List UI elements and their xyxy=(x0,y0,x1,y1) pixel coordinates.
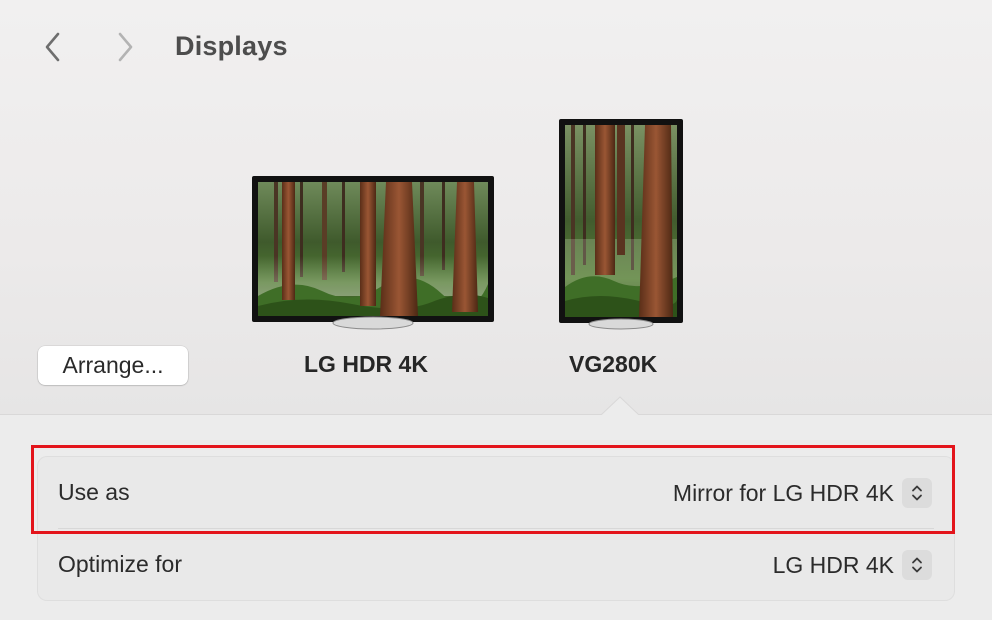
up-down-chevron-icon xyxy=(902,550,932,580)
arrange-button[interactable]: Arrange... xyxy=(38,346,188,385)
display-settings-group: Use as Mirror for LG HDR 4K Optimize for… xyxy=(38,457,954,600)
page-title: Displays xyxy=(175,31,288,61)
portrait-display-thumbnail xyxy=(559,119,683,330)
display-label-vg280k: VG280K xyxy=(569,351,658,377)
display-arrangement-area: Displays LG HDR 4K VG280K Arrange... xyxy=(0,0,992,415)
use-as-label: Use as xyxy=(58,479,130,505)
use-as-row: Use as Mirror for LG HDR 4K xyxy=(38,457,954,528)
back-button[interactable] xyxy=(36,28,70,66)
display-vg280k[interactable] xyxy=(559,119,683,331)
use-as-value: Mirror for LG HDR 4K xyxy=(672,479,894,506)
display-label-lg-hdr-4k: LG HDR 4K xyxy=(304,351,428,377)
optimize-for-label: Optimize for xyxy=(58,551,182,577)
display-lg-hdr-4k[interactable] xyxy=(252,176,494,330)
selection-indicator xyxy=(601,396,639,415)
chevron-right-icon xyxy=(118,32,133,62)
landscape-display-thumbnail xyxy=(252,176,494,330)
optimize-for-value: LG HDR 4K xyxy=(772,551,894,578)
use-as-popup[interactable]: Mirror for LG HDR 4K xyxy=(673,477,932,509)
optimize-for-row: Optimize for LG HDR 4K xyxy=(38,529,954,600)
up-down-chevron-icon xyxy=(902,478,932,508)
chevron-left-icon xyxy=(45,32,60,62)
optimize-for-popup[interactable]: LG HDR 4K xyxy=(773,549,932,581)
forward-button[interactable] xyxy=(108,28,142,66)
